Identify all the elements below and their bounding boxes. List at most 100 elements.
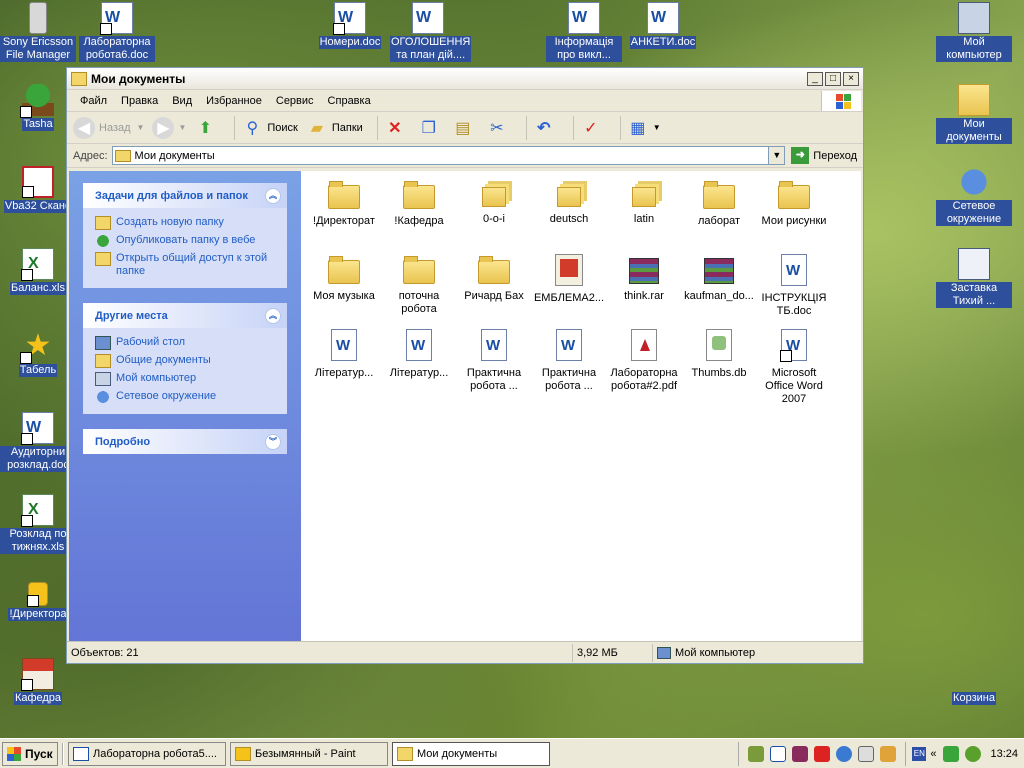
file-item[interactable]: Ричард Бах [456, 254, 532, 303]
file-item[interactable]: deutsch [531, 179, 607, 226]
file-item[interactable]: Практична робота ... [531, 329, 607, 393]
antivirus-tray-icon[interactable] [965, 745, 982, 762]
file-item[interactable]: Thumbs.db [681, 329, 757, 380]
undo-button[interactable]: ↶ [533, 117, 559, 139]
file-item[interactable]: ІНСТРУКЦІЯ ТБ.doc [756, 254, 832, 318]
file-item[interactable]: 0-o-i [456, 179, 532, 226]
window-titlebar[interactable]: Мои документы _ □ × [67, 68, 863, 90]
collapse-chevron-icon[interactable]: ︽ [265, 187, 281, 204]
clock[interactable]: 13:24 [990, 748, 1018, 760]
file-item[interactable]: Літератур... [306, 329, 382, 380]
place-desktop[interactable]: Рабочий стол [95, 336, 275, 350]
file-item[interactable]: !Кафедра [381, 179, 457, 228]
desktop-icon-ogolosh[interactable]: ОГОЛОШЕННЯ та план дій.... [390, 2, 472, 62]
properties-button[interactable]: ✓ [580, 117, 606, 139]
file-item[interactable]: latin [606, 179, 682, 226]
file-item[interactable]: think.rar [606, 254, 682, 303]
desktop-icon-recycle-bin[interactable]: Корзина [936, 658, 1012, 705]
expand-chevron-icon[interactable]: ︾ [265, 433, 281, 450]
place-network[interactable]: Сетевое окружение [95, 390, 275, 404]
word-tray-icon[interactable] [770, 745, 787, 762]
desktop-icon-rozklad[interactable]: Розклад по тижнях.xls [0, 494, 76, 554]
details-header[interactable]: Подробно ︾ [83, 429, 287, 454]
folders-button[interactable]: ▰ Папки [306, 117, 363, 139]
calculator-tray-icon[interactable] [858, 745, 875, 762]
menu-favorites[interactable]: Избранное [199, 95, 269, 107]
maximize-button[interactable]: □ [825, 71, 841, 86]
dropdown-arrow-icon: ▼ [178, 123, 187, 132]
menu-view[interactable]: Вид [165, 95, 199, 107]
copy-button[interactable]: ❐ [418, 117, 444, 139]
opera-tray-icon[interactable] [814, 745, 831, 762]
menu-file[interactable]: Файл [73, 95, 114, 107]
go-button[interactable]: ➜ Переход [791, 147, 857, 164]
desktop-icon-auditor[interactable]: Аудиторни розклад.doc [0, 412, 76, 472]
network-tray-icon[interactable] [943, 745, 960, 762]
menu-tools[interactable]: Сервис [269, 95, 321, 107]
close-button[interactable]: × [843, 71, 859, 86]
delete-button[interactable]: ✕ [384, 117, 410, 139]
minimize-button[interactable]: _ [807, 71, 823, 86]
cut-button[interactable]: ✂ [486, 117, 512, 139]
desktop-icon-direktor[interactable]: !Директора [0, 576, 76, 621]
desktop-icon-tasha[interactable]: Tasha [0, 84, 76, 131]
desktop-icon-sony[interactable]: Sony Ericsson File Manager [0, 2, 76, 62]
desktop-icon-my-documents[interactable]: Мои документы [936, 84, 1012, 144]
task-new-folder[interactable]: Создать новую папку [95, 216, 275, 230]
desktop-icon-network[interactable]: Сетевое окружение [936, 166, 1012, 226]
place-shared-documents[interactable]: Общие документы [95, 354, 275, 368]
file-item[interactable]: Microsoft Office Word 2007 [756, 329, 832, 406]
file-item[interactable]: лаборат [681, 179, 757, 228]
collapse-chevron-icon[interactable]: ︽ [265, 307, 281, 324]
show-hidden-icons-button[interactable]: « [930, 748, 936, 760]
address-input[interactable]: Мои документы ▼ [111, 146, 786, 165]
tray-app-icon[interactable] [748, 745, 765, 762]
word-document-icon [333, 2, 366, 35]
forward-button[interactable]: ▶ ▼ [152, 116, 187, 139]
desktop-icon-screensaver[interactable]: Заставка Тихий ... [936, 248, 1012, 308]
desktop-icon-nomery[interactable]: Номери.doc [312, 2, 388, 49]
dropdown-arrow-icon: ▼ [652, 123, 661, 132]
desktop-icon-my-computer[interactable]: Мой компьютер [936, 2, 1012, 62]
file-item[interactable]: kaufman_do... [681, 254, 757, 303]
address-dropdown-button[interactable]: ▼ [768, 147, 785, 164]
winrar-tray-icon[interactable] [792, 745, 809, 762]
paste-button[interactable]: ▤ [452, 117, 478, 139]
ie-tray-icon[interactable] [836, 745, 853, 762]
up-button[interactable]: ⬆ [194, 117, 220, 139]
desktop-icon-vba32[interactable]: Vba32 Скане [0, 166, 76, 213]
back-arrow-icon: ◀ [73, 116, 95, 139]
desktop-icon-ankety[interactable]: АНКЕТИ.doc [625, 2, 701, 49]
file-item[interactable]: Лабораторна робота#2.pdf [606, 329, 682, 393]
taskbar-item-paint[interactable]: Безымянный - Paint [230, 741, 388, 766]
desktop-icon-lab6[interactable]: Лабораторна робота6.doc [79, 2, 155, 62]
menu-help[interactable]: Справка [321, 95, 378, 107]
menu-edit[interactable]: Правка [114, 95, 165, 107]
desktop-icon-balans[interactable]: Баланс.xls [0, 248, 76, 295]
folder-stack-icon [482, 187, 506, 207]
other-places-header[interactable]: Другие места ︽ [83, 303, 287, 328]
task-share-folder[interactable]: Открыть общий доступ к этой папке [95, 252, 275, 278]
desktop-icon-info[interactable]: Інформація про викл... [546, 2, 622, 62]
taskbar-item-word[interactable]: Лабораторна робота5.... [68, 741, 226, 766]
task-publish-web[interactable]: Опубликовать папку в вебе [95, 234, 275, 248]
file-tasks-header[interactable]: Задачи для файлов и папок ︽ [83, 183, 287, 208]
desktop-icon-kafedra[interactable]: Кафедра [0, 658, 76, 705]
file-item[interactable]: Мои рисунки [756, 179, 832, 228]
file-item[interactable]: Практична робота ... [456, 329, 532, 393]
desktop-icon-tabel[interactable]: ★ Табель [0, 330, 76, 377]
views-button[interactable]: ▦ ▼ [627, 117, 661, 139]
file-item[interactable]: !Директорат [306, 179, 382, 228]
tool-tray-icon[interactable] [880, 745, 897, 762]
house-icon [21, 658, 54, 691]
language-indicator[interactable]: EN [912, 746, 927, 761]
place-my-computer[interactable]: Мой компьютер [95, 372, 275, 386]
file-item[interactable]: Літератур... [381, 329, 457, 380]
file-item[interactable]: Моя музыка [306, 254, 382, 303]
start-button[interactable]: Пуск [2, 741, 58, 766]
file-item[interactable]: поточна робота [381, 254, 457, 316]
back-button[interactable]: ◀ Назад ▼ [73, 116, 144, 139]
file-item[interactable]: ЕМБЛЕМА2... [531, 254, 607, 305]
taskbar-item-my-documents[interactable]: Мои документы [392, 741, 550, 766]
search-button[interactable]: ⚲ Поиск [241, 117, 298, 139]
